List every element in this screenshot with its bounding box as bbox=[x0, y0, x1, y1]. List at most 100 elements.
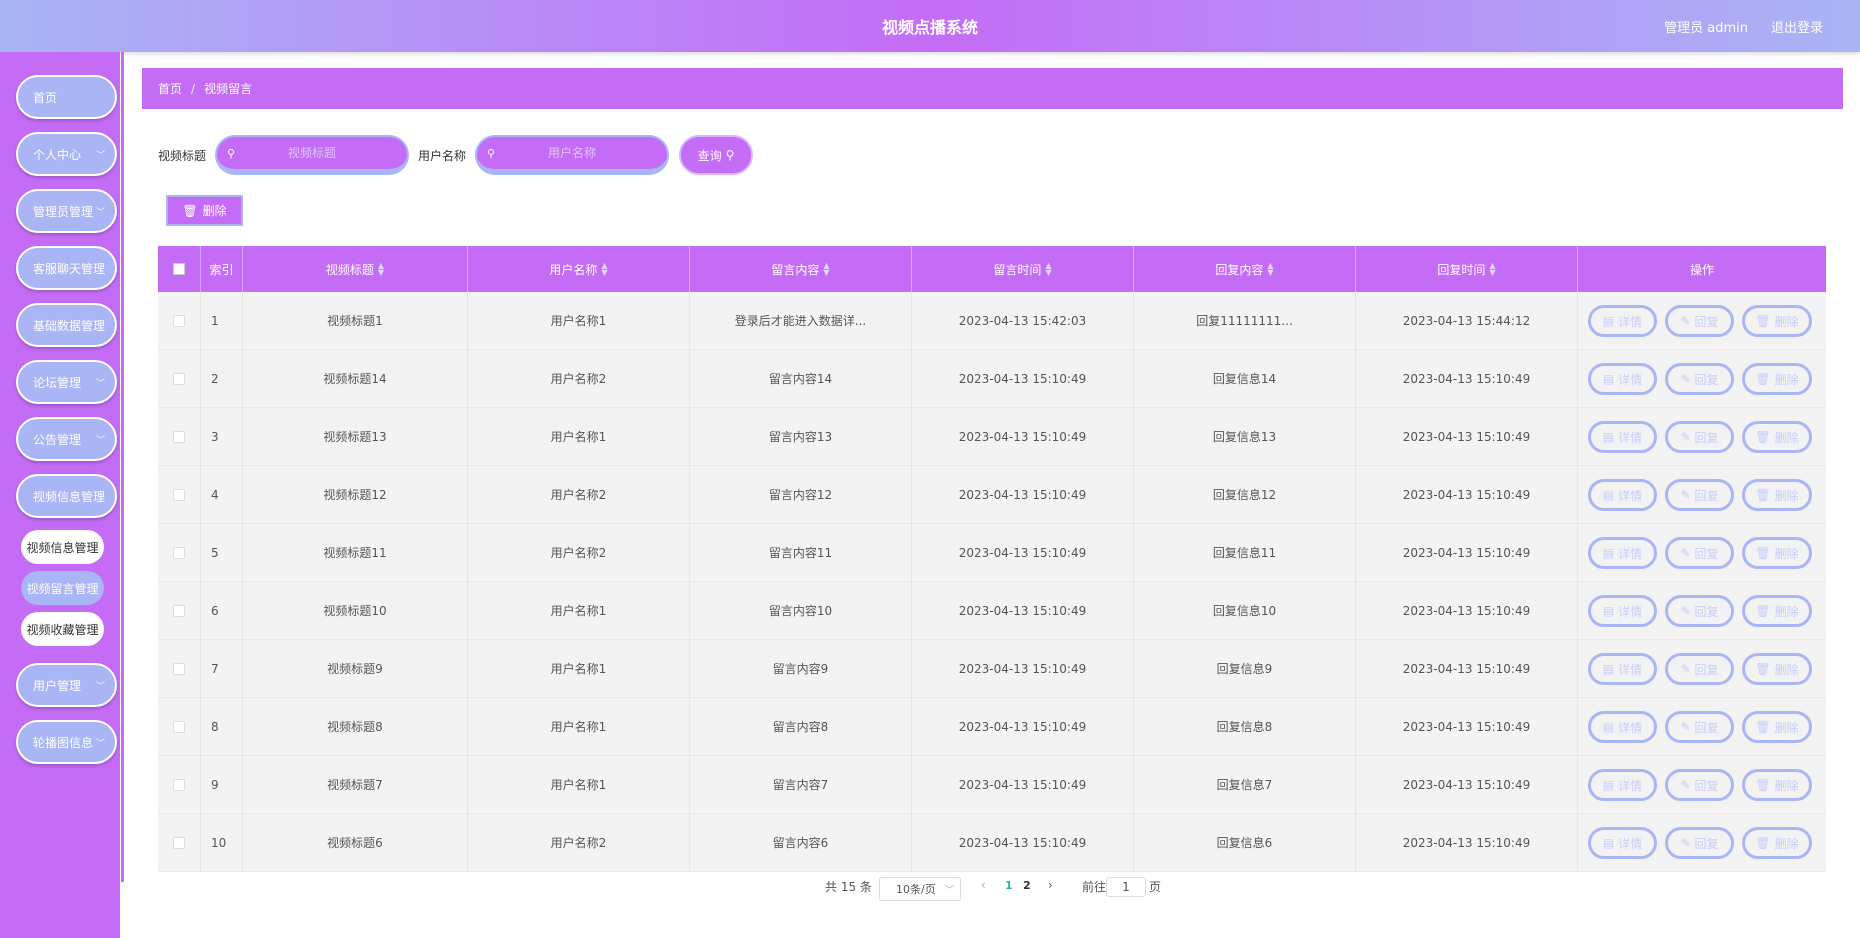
sidebar-item-home[interactable]: 首页 bbox=[16, 75, 117, 119]
delete-button[interactable]: 🗑 删除 bbox=[1742, 421, 1812, 453]
reply-button[interactable]: ✎ 回复 bbox=[1665, 479, 1734, 511]
sidebar-item-admin-management[interactable]: 管理员管理 ﹀ bbox=[16, 189, 117, 233]
detail-button[interactable]: ▤ 详情 bbox=[1588, 479, 1657, 511]
sidebar-item-personal-center[interactable]: 个人中心 ﹀ bbox=[16, 132, 117, 176]
next-page-icon[interactable]: › bbox=[1048, 878, 1053, 892]
row-checkbox[interactable] bbox=[173, 720, 185, 733]
cell-video-title: 视频标题7 bbox=[243, 756, 468, 813]
detail-button[interactable]: ▤ 详情 bbox=[1588, 595, 1657, 627]
search-icon: ⚲ bbox=[487, 147, 496, 160]
cell-user-name: 用户名称1 bbox=[468, 640, 690, 697]
edit-icon: ✎ bbox=[1680, 720, 1691, 734]
column-header-comment-content[interactable]: 留言内容 ▲ ▼ bbox=[690, 246, 912, 292]
reply-button[interactable]: ✎ 回复 bbox=[1665, 363, 1734, 395]
detail-button[interactable]: ▤ 详情 bbox=[1588, 653, 1657, 685]
sidebar-subitem-video-comments[interactable]: 视频留言管理 bbox=[21, 571, 104, 605]
reply-label: 回复 bbox=[1694, 836, 1719, 851]
sidebar-subitem-video-info[interactable]: 视频信息管理 bbox=[21, 530, 104, 564]
document-icon: ▤ bbox=[1602, 836, 1615, 850]
delete-button[interactable]: 🗑 删除 bbox=[1742, 537, 1812, 569]
sidebar-item-chat-management[interactable]: 客服聊天管理 bbox=[16, 246, 117, 290]
delete-button[interactable]: 🗑 删除 bbox=[1742, 363, 1812, 395]
goto-prefix: 前往 bbox=[1082, 880, 1107, 894]
reply-label: 回复 bbox=[1694, 778, 1719, 793]
column-header-comment-time[interactable]: 留言时间 ▲ ▼ bbox=[912, 246, 1134, 292]
sort-icon[interactable]: ▲ ▼ bbox=[1489, 262, 1495, 277]
sidebar-item-video-info[interactable]: 视频信息管理 bbox=[16, 474, 117, 518]
column-header-user-name[interactable]: 用户名称 ▲ ▼ bbox=[468, 246, 690, 292]
row-checkbox[interactable] bbox=[173, 372, 185, 385]
row-checkbox[interactable] bbox=[173, 546, 185, 559]
batch-delete-button[interactable]: 🗑 删除 bbox=[166, 195, 243, 226]
reply-button[interactable]: ✎ 回复 bbox=[1665, 827, 1734, 859]
video-title-search[interactable]: ⚲ bbox=[215, 135, 409, 175]
page-number-2[interactable]: 2 bbox=[1023, 879, 1031, 892]
detail-button[interactable]: ▤ 详情 bbox=[1588, 769, 1657, 801]
prev-page-icon[interactable]: ‹ bbox=[981, 878, 986, 892]
row-checkbox[interactable] bbox=[173, 314, 185, 327]
select-all-checkbox[interactable] bbox=[173, 263, 185, 275]
detail-button[interactable]: ▤ 详情 bbox=[1588, 827, 1657, 859]
sort-icon[interactable]: ▲ ▼ bbox=[1267, 262, 1273, 277]
page-number-1[interactable]: 1 bbox=[1005, 879, 1013, 892]
page-size-select[interactable]: 10条/页 ﹀ bbox=[879, 877, 961, 901]
edit-icon: ✎ bbox=[1680, 372, 1691, 386]
delete-label: 删除 bbox=[1774, 720, 1799, 735]
sidebar-item-carousel[interactable]: 轮播图信息 ﹀ bbox=[16, 720, 117, 764]
cell-comment-content: 留言内容10 bbox=[690, 582, 912, 639]
column-header-video-title[interactable]: 视频标题 ▲ ▼ bbox=[243, 246, 468, 292]
sidebar-item-basic-data[interactable]: 基础数据管理 bbox=[16, 303, 117, 347]
detail-button[interactable]: ▤ 详情 bbox=[1588, 363, 1657, 395]
detail-button[interactable]: ▤ 详情 bbox=[1588, 421, 1657, 453]
user-name-search[interactable]: ⚲ bbox=[475, 135, 669, 175]
sort-icon[interactable]: ▲ ▼ bbox=[601, 262, 607, 277]
detail-button[interactable]: ▤ 详情 bbox=[1588, 537, 1657, 569]
reply-label: 回复 bbox=[1694, 430, 1719, 445]
row-checkbox[interactable] bbox=[173, 662, 185, 675]
detail-button[interactable]: ▤ 详情 bbox=[1588, 711, 1657, 743]
reply-button[interactable]: ✎ 回复 bbox=[1665, 305, 1734, 337]
row-checkbox[interactable] bbox=[173, 430, 185, 443]
search-icon: ⚲ bbox=[725, 148, 735, 162]
sort-icon[interactable]: ▲ ▼ bbox=[378, 262, 384, 277]
column-header-reply-time[interactable]: 回复时间 ▲ ▼ bbox=[1356, 246, 1578, 292]
delete-button[interactable]: 🗑 删除 bbox=[1742, 827, 1812, 859]
row-checkbox[interactable] bbox=[173, 778, 185, 791]
cell-video-title: 视频标题11 bbox=[243, 524, 468, 581]
sidebar-item-notice-management[interactable]: 公告管理 ﹀ bbox=[16, 417, 117, 461]
column-header-index: 索引 bbox=[201, 246, 243, 292]
cell-reply-time: 2023-04-13 15:10:49 bbox=[1356, 640, 1578, 697]
delete-button[interactable]: 🗑 删除 bbox=[1742, 305, 1812, 337]
delete-button[interactable]: 🗑 删除 bbox=[1742, 769, 1812, 801]
sidebar-item-forum-management[interactable]: 论坛管理 ﹀ bbox=[16, 360, 117, 404]
row-checkbox[interactable] bbox=[173, 488, 185, 501]
detail-button[interactable]: ▤ 详情 bbox=[1588, 305, 1657, 337]
row-checkbox[interactable] bbox=[173, 836, 185, 849]
reply-button[interactable]: ✎ 回复 bbox=[1665, 653, 1734, 685]
sort-icon[interactable]: ▲ ▼ bbox=[1045, 262, 1051, 277]
sidebar-item-user-management[interactable]: 用户管理 ﹀ bbox=[16, 663, 117, 707]
query-button[interactable]: 查询 ⚲ bbox=[679, 135, 753, 175]
reply-button[interactable]: ✎ 回复 bbox=[1665, 711, 1734, 743]
reply-button[interactable]: ✎ 回复 bbox=[1665, 421, 1734, 453]
column-header-reply-content[interactable]: 回复内容 ▲ ▼ bbox=[1134, 246, 1356, 292]
reply-button[interactable]: ✎ 回复 bbox=[1665, 769, 1734, 801]
delete-button[interactable]: 🗑 删除 bbox=[1742, 653, 1812, 685]
delete-button[interactable]: 🗑 删除 bbox=[1742, 595, 1812, 627]
goto-page-input[interactable]: 1 bbox=[1106, 877, 1146, 897]
reply-button[interactable]: ✎ 回复 bbox=[1665, 537, 1734, 569]
row-checkbox[interactable] bbox=[173, 604, 185, 617]
breadcrumb-home[interactable]: 首页 bbox=[158, 80, 182, 97]
reply-button[interactable]: ✎ 回复 bbox=[1665, 595, 1734, 627]
sort-icon[interactable]: ▲ ▼ bbox=[823, 262, 829, 277]
logout-button[interactable]: 退出登录 bbox=[1771, 17, 1823, 36]
delete-label: 删除 bbox=[1774, 778, 1799, 793]
reply-label: 回复 bbox=[1694, 720, 1719, 735]
sidebar-subitem-video-favorites[interactable]: 视频收藏管理 bbox=[21, 612, 104, 646]
video-title-input[interactable] bbox=[217, 146, 407, 160]
delete-button[interactable]: 🗑 删除 bbox=[1742, 711, 1812, 743]
cell-comment-time: 2023-04-13 15:10:49 bbox=[912, 408, 1134, 465]
cell-comment-time: 2023-04-13 15:10:49 bbox=[912, 582, 1134, 639]
user-name-input[interactable] bbox=[477, 146, 667, 160]
delete-button[interactable]: 🗑 删除 bbox=[1742, 479, 1812, 511]
